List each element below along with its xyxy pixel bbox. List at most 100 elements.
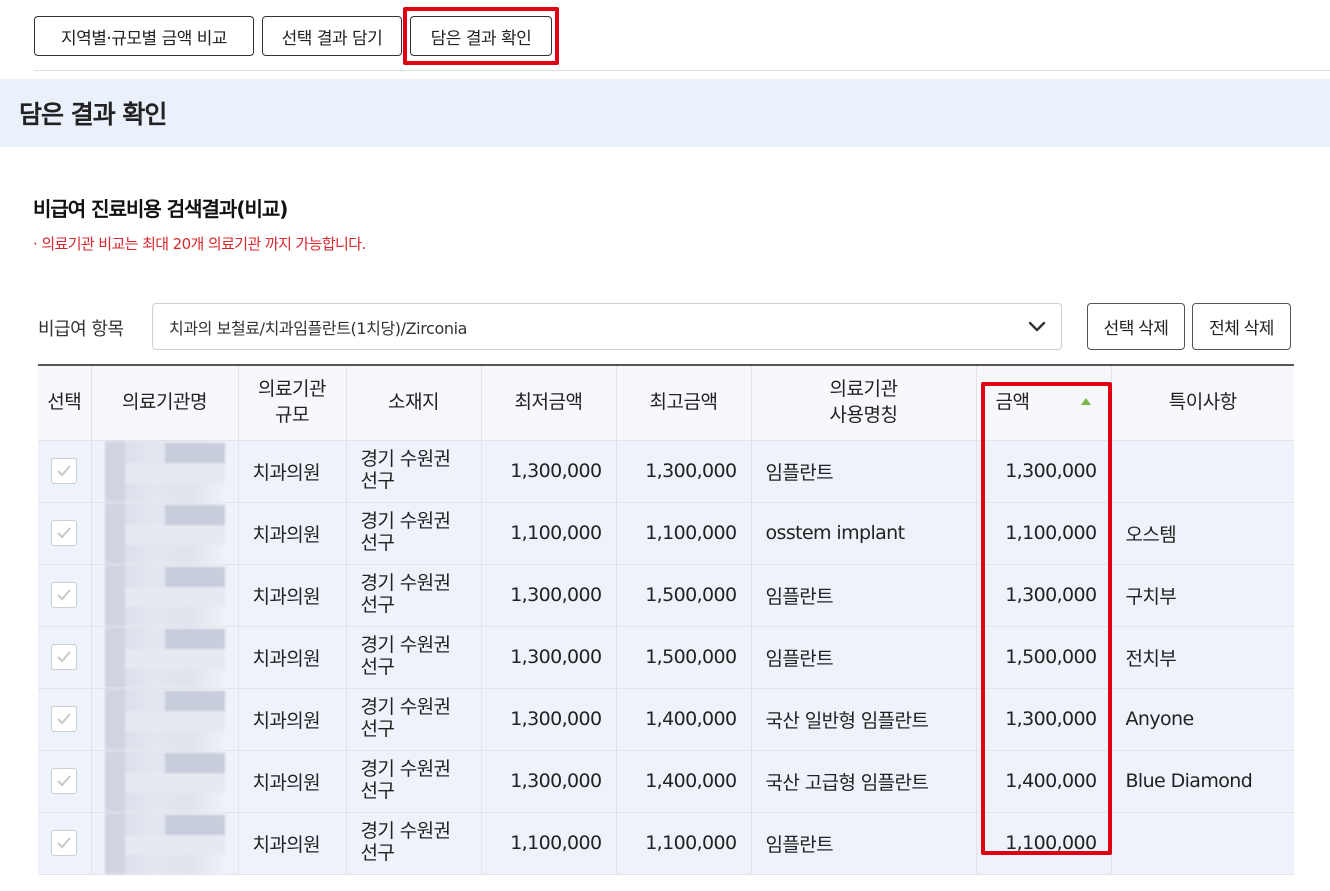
col-header-amount[interactable]: 금액 — [975, 364, 1111, 440]
cell-location: 경기 수원권 선구 — [345, 439, 481, 502]
checkmark-icon — [57, 650, 71, 662]
redacted-institution-name — [104, 502, 225, 564]
row-checkbox[interactable] — [51, 519, 78, 546]
tab-divider — [34, 70, 1330, 71]
redacted-institution-name — [104, 440, 225, 502]
cell-max-amount: 1,300,000 — [615, 439, 751, 502]
checkmark-icon — [57, 836, 71, 848]
cell-location: 경기 수원권 선구 — [345, 563, 481, 626]
cell-scale: 치과의원 — [237, 439, 346, 502]
cell-amount: 1,100,000 — [975, 501, 1111, 564]
checkmark-icon — [57, 588, 71, 600]
cell-usage-name: 국산 일반형 임플란트 — [750, 687, 976, 750]
cell-scale: 치과의원 — [237, 563, 346, 626]
cell-amount: 1,300,000 — [975, 563, 1111, 626]
tab-region-scale-compare[interactable]: 지역별·규모별 금액 비교 — [34, 16, 254, 56]
page-title: 담은 결과 확인 — [19, 100, 167, 129]
row-checkbox[interactable] — [51, 767, 78, 794]
cell-remarks: 구치부 — [1110, 563, 1294, 626]
checkmark-icon — [57, 526, 71, 538]
cell-max-amount: 1,100,000 — [615, 811, 751, 875]
cell-remarks: 전치부 — [1110, 625, 1294, 688]
cell-amount: 1,300,000 — [975, 687, 1111, 750]
cell-amount: 1,500,000 — [975, 625, 1111, 688]
cell-scale: 치과의원 — [237, 687, 346, 750]
cell-max-amount: 1,500,000 — [615, 625, 751, 688]
col-header-remarks: 특이사항 — [1110, 364, 1294, 440]
cell-max-amount: 1,100,000 — [615, 501, 751, 564]
redacted-institution-name — [104, 564, 225, 626]
sort-ascending-icon[interactable] — [1081, 397, 1092, 405]
cell-location: 경기 수원권 선구 — [345, 687, 481, 750]
tab-save-selection[interactable]: 선택 결과 담기 — [262, 16, 402, 56]
table-row: 치과의원 경기 수원권 선구 1,300,000 1,500,000 임플란트 1… — [38, 563, 1294, 626]
tab-view-saved-results[interactable]: 담은 결과 확인 — [410, 16, 552, 56]
cell-location: 경기 수원권 선구 — [345, 749, 481, 812]
cell-scale: 치과의원 — [237, 501, 346, 564]
cell-location: 경기 수원권 선구 — [345, 501, 481, 564]
cell-scale: 치과의원 — [237, 749, 346, 812]
item-select[interactable]: 치과의 보철료/치과임플란트(1치당)/Zirconia — [152, 303, 1062, 350]
table-row: 치과의원 경기 수원권 선구 1,300,000 1,400,000 국산 일반형… — [38, 687, 1294, 750]
table-row: 치과의원 경기 수원권 선구 1,300,000 1,500,000 임플란트 1… — [38, 625, 1294, 688]
cell-min-amount: 1,300,000 — [480, 625, 616, 688]
delete-all-button[interactable]: 전체 삭제 — [1192, 303, 1291, 350]
cell-scale: 치과의원 — [237, 625, 346, 688]
col-header-max: 최고금액 — [615, 364, 751, 440]
col-header-name: 의료기관명 — [90, 364, 238, 440]
cell-location: 경기 수원권 선구 — [345, 811, 481, 875]
cell-max-amount: 1,400,000 — [615, 687, 751, 750]
compare-limit-note: · 의료기관 비교는 최대 20개 의료기관 까지 가능합니다. — [33, 235, 366, 253]
redacted-institution-name — [104, 750, 225, 812]
row-checkbox[interactable] — [51, 829, 78, 856]
col-header-min: 최저금액 — [480, 364, 616, 440]
cell-remarks: Blue Diamond — [1110, 749, 1294, 812]
row-checkbox[interactable] — [51, 643, 78, 670]
page-banner: 담은 결과 확인 — [0, 79, 1330, 147]
row-checkbox[interactable] — [51, 581, 78, 608]
item-select-value: 치과의 보철료/치과임플란트(1치당)/Zirconia — [169, 318, 468, 338]
col-header-location: 소재지 — [345, 364, 481, 440]
redacted-institution-name — [104, 626, 225, 688]
chevron-down-icon — [1028, 321, 1046, 332]
cell-usage-name: osstem implant — [750, 501, 976, 564]
redacted-institution-name — [104, 812, 225, 874]
cell-usage-name: 임플란트 — [750, 811, 976, 875]
filter-label: 비급여 항목 — [38, 319, 124, 340]
row-checkbox[interactable] — [51, 457, 78, 484]
col-header-usage: 의료기관 사용명칭 — [750, 364, 976, 440]
table-row: 치과의원 경기 수원권 선구 1,300,000 1,300,000 임플란트 1… — [38, 439, 1294, 502]
cell-max-amount: 1,500,000 — [615, 563, 751, 626]
delete-selected-button[interactable]: 선택 삭제 — [1087, 303, 1185, 350]
cell-amount: 1,400,000 — [975, 749, 1111, 812]
col-header-scale: 의료기관 규모 — [237, 364, 346, 440]
cell-remarks — [1110, 811, 1294, 875]
cell-location: 경기 수원권 선구 — [345, 625, 481, 688]
cell-min-amount: 1,300,000 — [480, 687, 616, 750]
col-header-select: 선택 — [38, 364, 91, 440]
cell-remarks: 오스템 — [1110, 501, 1294, 564]
cell-usage-name: 임플란트 — [750, 625, 976, 688]
cell-min-amount: 1,100,000 — [480, 811, 616, 875]
table-row: 치과의원 경기 수원권 선구 1,300,000 1,400,000 국산 고급형… — [38, 749, 1294, 812]
cell-min-amount: 1,300,000 — [480, 439, 616, 502]
cell-amount: 1,100,000 — [975, 811, 1111, 875]
row-checkbox[interactable] — [51, 705, 78, 732]
checkmark-icon — [57, 712, 71, 724]
table-header-row: 선택 의료기관명 의료기관 규모 소재지 최저금액 최고금액 의료기관 사용명칭 금… — [38, 364, 1294, 440]
cell-usage-name: 임플란트 — [750, 439, 976, 502]
cell-usage-name: 국산 고급형 임플란트 — [750, 749, 976, 812]
cell-amount: 1,300,000 — [975, 439, 1111, 502]
cell-scale: 치과의원 — [237, 811, 346, 875]
cell-min-amount: 1,300,000 — [480, 563, 616, 626]
checkmark-icon — [57, 464, 71, 476]
cell-min-amount: 1,300,000 — [480, 749, 616, 812]
results-table: 선택 의료기관명 의료기관 규모 소재지 최저금액 최고금액 의료기관 사용명칭 금… — [38, 364, 1294, 875]
checkmark-icon — [57, 774, 71, 786]
redacted-institution-name — [104, 688, 225, 750]
cell-max-amount: 1,400,000 — [615, 749, 751, 812]
cell-usage-name: 임플란트 — [750, 563, 976, 626]
table-row: 치과의원 경기 수원권 선구 1,100,000 1,100,000 임플란트 1… — [38, 811, 1294, 875]
cell-remarks — [1110, 439, 1294, 502]
table-row: 치과의원 경기 수원권 선구 1,100,000 1,100,000 osstem… — [38, 501, 1294, 564]
